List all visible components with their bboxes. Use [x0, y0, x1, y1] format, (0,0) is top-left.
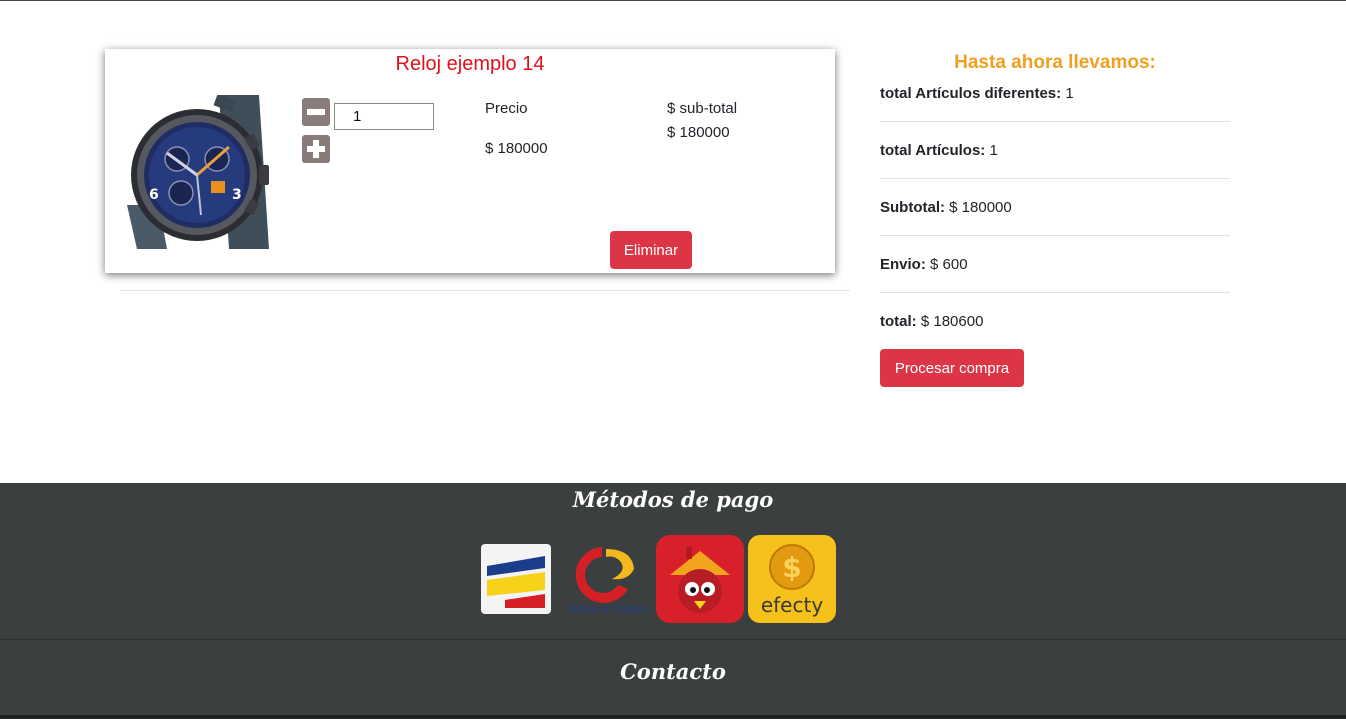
svg-text:3: 3 — [232, 187, 242, 203]
cart-item-card: Reloj ejemplo 14 6 3 Precio $ 180000 $ s… — [105, 49, 835, 273]
summary-title: Hasta ahora llevamos: — [954, 52, 1156, 73]
summary-value: $ 180000 — [949, 199, 1012, 216]
increase-quantity-button[interactable] — [302, 135, 330, 163]
summary-value: $ 180600 — [920, 313, 984, 330]
cart-divider — [120, 290, 850, 291]
banco-de-bogota-logo-icon: Banco de Bogotá — [569, 547, 647, 615]
remove-item-button[interactable]: Eliminar — [610, 231, 692, 269]
svg-text:$: $ — [782, 551, 801, 584]
summary-row-subtotal: Subtotal: $ 180000 — [880, 199, 1012, 216]
subtotal-value: $ 180000 — [667, 124, 730, 141]
payment-methods-title: Métodos de pago — [572, 487, 774, 512]
watch-product-image: 6 3 — [127, 95, 269, 249]
price-label: Precio — [485, 100, 528, 117]
subtotal-label: $ sub-total — [667, 100, 738, 117]
contact-title: Contacto — [620, 659, 726, 684]
summary-row-shipping: Envio: $ 600 — [880, 256, 968, 273]
summary-label: Subtotal: — [880, 199, 945, 216]
bancolombia-logo-icon — [481, 544, 551, 614]
summary-label: total Artículos: — [880, 142, 986, 159]
summary-label: Envio: — [880, 256, 926, 273]
summary-value: 1 — [989, 142, 998, 159]
summary-row-total-items: total Artículos: 1 — [880, 142, 998, 159]
summary-value: 1 — [1065, 85, 1074, 102]
svg-text:6: 6 — [149, 187, 159, 203]
summary-row-different-items: total Artículos diferentes: 1 — [880, 85, 1074, 102]
summary-divider — [880, 292, 1230, 293]
summary-row-total: total: $ 180600 — [880, 313, 983, 330]
summary-label: total: — [880, 313, 917, 330]
summary-divider — [880, 235, 1230, 236]
price-value: $ 180000 — [485, 140, 548, 157]
product-title: Reloj ejemplo 14 — [395, 53, 545, 75]
efecty-logo-text: efecty — [761, 593, 823, 617]
top-border — [0, 0, 1346, 1]
efecty-logo-icon: $ efecty — [748, 535, 836, 623]
decrease-quantity-button[interactable] — [302, 98, 330, 126]
summary-value: $ 600 — [930, 256, 968, 273]
summary-divider — [880, 121, 1230, 122]
footer-divider — [0, 639, 1346, 640]
footer-bottom-bar — [0, 715, 1346, 719]
quantity-input[interactable] — [334, 103, 434, 130]
baloto-logo-icon — [656, 535, 744, 623]
banco-de-bogota-logo-text: Banco de Bogotá — [569, 604, 647, 615]
summary-divider — [880, 178, 1230, 179]
summary-label: total Artículos diferentes: — [880, 85, 1062, 102]
process-purchase-button[interactable]: Procesar compra — [880, 349, 1024, 387]
